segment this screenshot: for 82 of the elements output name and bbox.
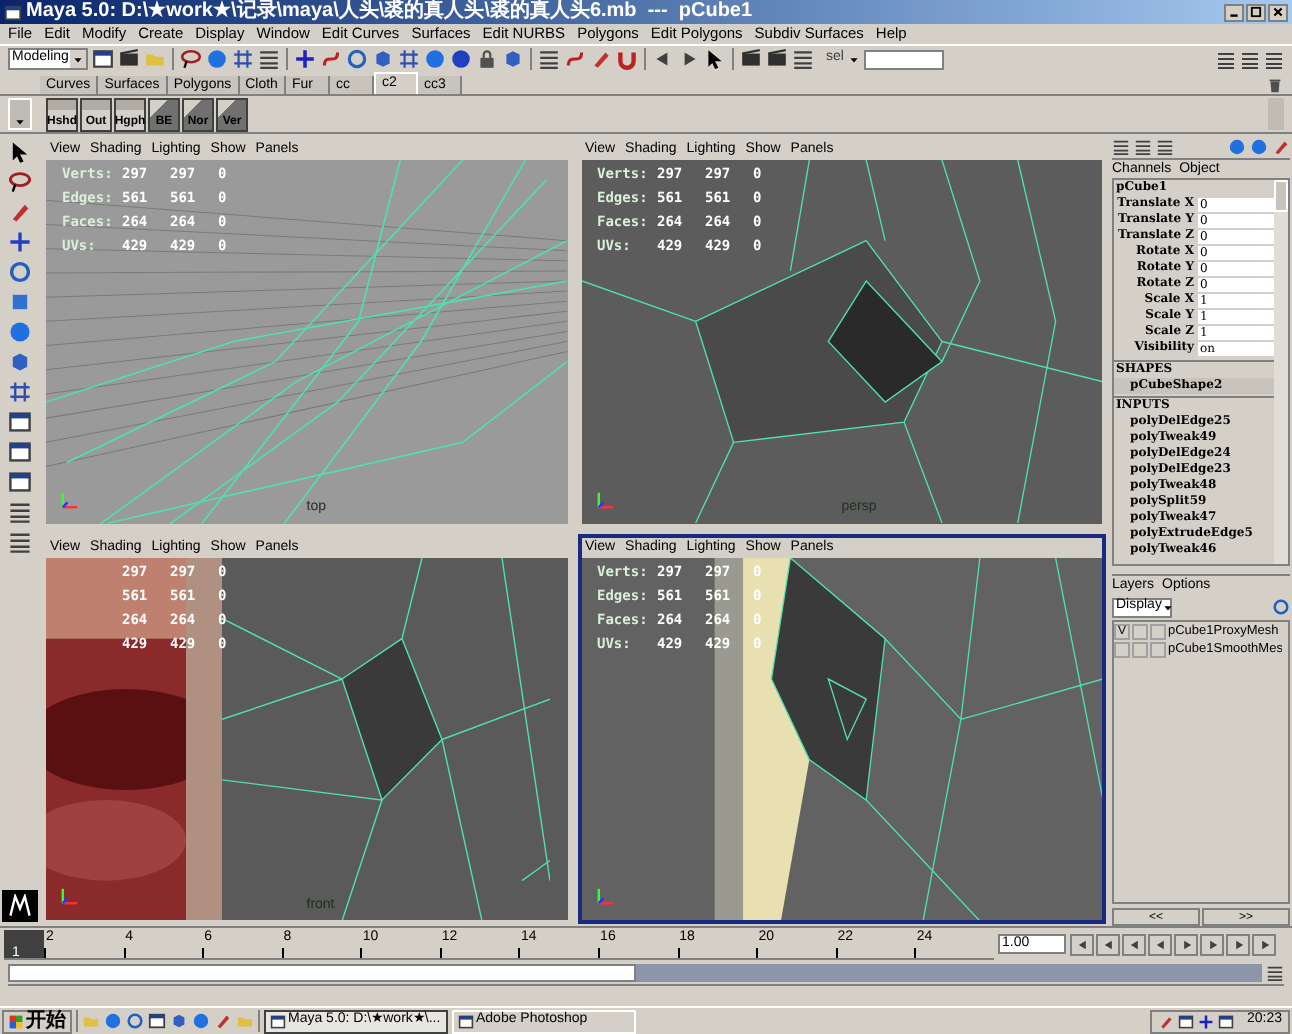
axis-icon xyxy=(593,884,617,908)
range-slider[interactable] xyxy=(8,963,1262,981)
list-icon[interactable] xyxy=(8,530,32,554)
color-swatch[interactable] xyxy=(1150,624,1166,640)
list-icon[interactable] xyxy=(1266,963,1284,981)
window-icon[interactable] xyxy=(1218,1013,1235,1029)
visibility-toggle[interactable] xyxy=(1114,642,1130,658)
ring-icon[interactable] xyxy=(346,48,368,70)
minimize-button[interactable] xyxy=(1224,3,1244,21)
clapper-icon[interactable] xyxy=(118,48,140,70)
window-icon xyxy=(4,3,22,21)
list-icon[interactable] xyxy=(538,48,560,70)
windows-flag-icon xyxy=(8,1013,24,1029)
step-back-button[interactable] xyxy=(1096,933,1120,955)
grid-icon[interactable] xyxy=(8,380,32,404)
list-icon[interactable] xyxy=(1264,49,1284,69)
window-icon[interactable] xyxy=(1178,1013,1195,1029)
list-icon[interactable] xyxy=(1240,49,1260,69)
square-icon[interactable] xyxy=(8,290,32,314)
caret-icon xyxy=(1161,601,1174,613)
lock-icon[interactable] xyxy=(476,48,498,70)
shelf-scrollbar[interactable] xyxy=(1268,98,1284,130)
sphere-icon[interactable] xyxy=(424,48,446,70)
list-icon[interactable] xyxy=(1112,137,1130,155)
caret-icon xyxy=(72,53,84,65)
axis-icon xyxy=(58,487,82,511)
trash-icon[interactable] xyxy=(1266,76,1284,94)
circle-icon[interactable] xyxy=(450,48,472,70)
sphere-icon[interactable] xyxy=(192,1012,210,1030)
window-icon[interactable] xyxy=(8,440,32,464)
ring-icon[interactable] xyxy=(8,260,32,284)
start-button[interactable]: 开始 xyxy=(2,1009,72,1033)
move-icon[interactable] xyxy=(8,230,32,254)
magnet-icon[interactable] xyxy=(616,48,638,70)
window-icon[interactable] xyxy=(148,1012,166,1030)
sphere-icon[interactable] xyxy=(8,320,32,344)
lasso-icon[interactable] xyxy=(180,48,202,70)
list-icon[interactable] xyxy=(1216,49,1236,69)
ring-icon[interactable] xyxy=(1272,598,1290,616)
close-icon xyxy=(1272,6,1284,18)
play-forward-button[interactable] xyxy=(1226,933,1250,955)
plus-icon[interactable] xyxy=(294,48,316,70)
maximize-button[interactable] xyxy=(1246,3,1266,21)
ring-icon[interactable] xyxy=(126,1012,144,1030)
axis-icon xyxy=(58,884,82,908)
window-icon[interactable] xyxy=(8,470,32,494)
window-icon xyxy=(458,1013,474,1029)
list-icon[interactable] xyxy=(792,48,814,70)
axis-icon xyxy=(593,487,617,511)
color-swatch[interactable] xyxy=(1150,642,1166,658)
maximize-icon xyxy=(1250,6,1262,18)
scrollbar[interactable] xyxy=(1274,180,1288,564)
selection-input-field[interactable] xyxy=(863,49,944,69)
grid-icon[interactable] xyxy=(398,48,420,70)
clapper-icon[interactable] xyxy=(740,48,762,70)
play-forward-button[interactable] xyxy=(1252,933,1276,955)
plus-icon[interactable] xyxy=(1198,1013,1215,1029)
step-back-button[interactable] xyxy=(1122,933,1146,955)
clapper-icon[interactable] xyxy=(766,48,788,70)
arrow-icon[interactable] xyxy=(704,48,726,70)
step-back-button[interactable] xyxy=(1070,933,1094,955)
list-icon[interactable] xyxy=(258,48,280,70)
close-button[interactable] xyxy=(1268,3,1288,21)
grid-icon[interactable] xyxy=(232,48,254,70)
caret-icon[interactable] xyxy=(847,53,860,65)
list-icon[interactable] xyxy=(1134,137,1152,155)
play-forward-button[interactable] xyxy=(1174,933,1198,955)
window-icon[interactable] xyxy=(92,48,114,70)
range-slider-fill[interactable] xyxy=(8,963,635,981)
list-icon[interactable] xyxy=(8,500,32,524)
sphere-icon[interactable] xyxy=(104,1012,122,1030)
shelf-menu-button[interactable] xyxy=(8,98,32,130)
window-icon xyxy=(270,1013,286,1029)
curve-icon[interactable] xyxy=(320,48,342,70)
curve-icon[interactable] xyxy=(564,48,586,70)
arrow-icon[interactable] xyxy=(8,140,32,164)
list-icon[interactable] xyxy=(1156,137,1174,155)
step-back-button[interactable] xyxy=(1148,933,1172,955)
window-icon[interactable] xyxy=(8,410,32,434)
play-forward-button[interactable] xyxy=(1200,933,1224,955)
lasso-icon[interactable] xyxy=(8,170,32,194)
caret-icon xyxy=(14,116,26,128)
